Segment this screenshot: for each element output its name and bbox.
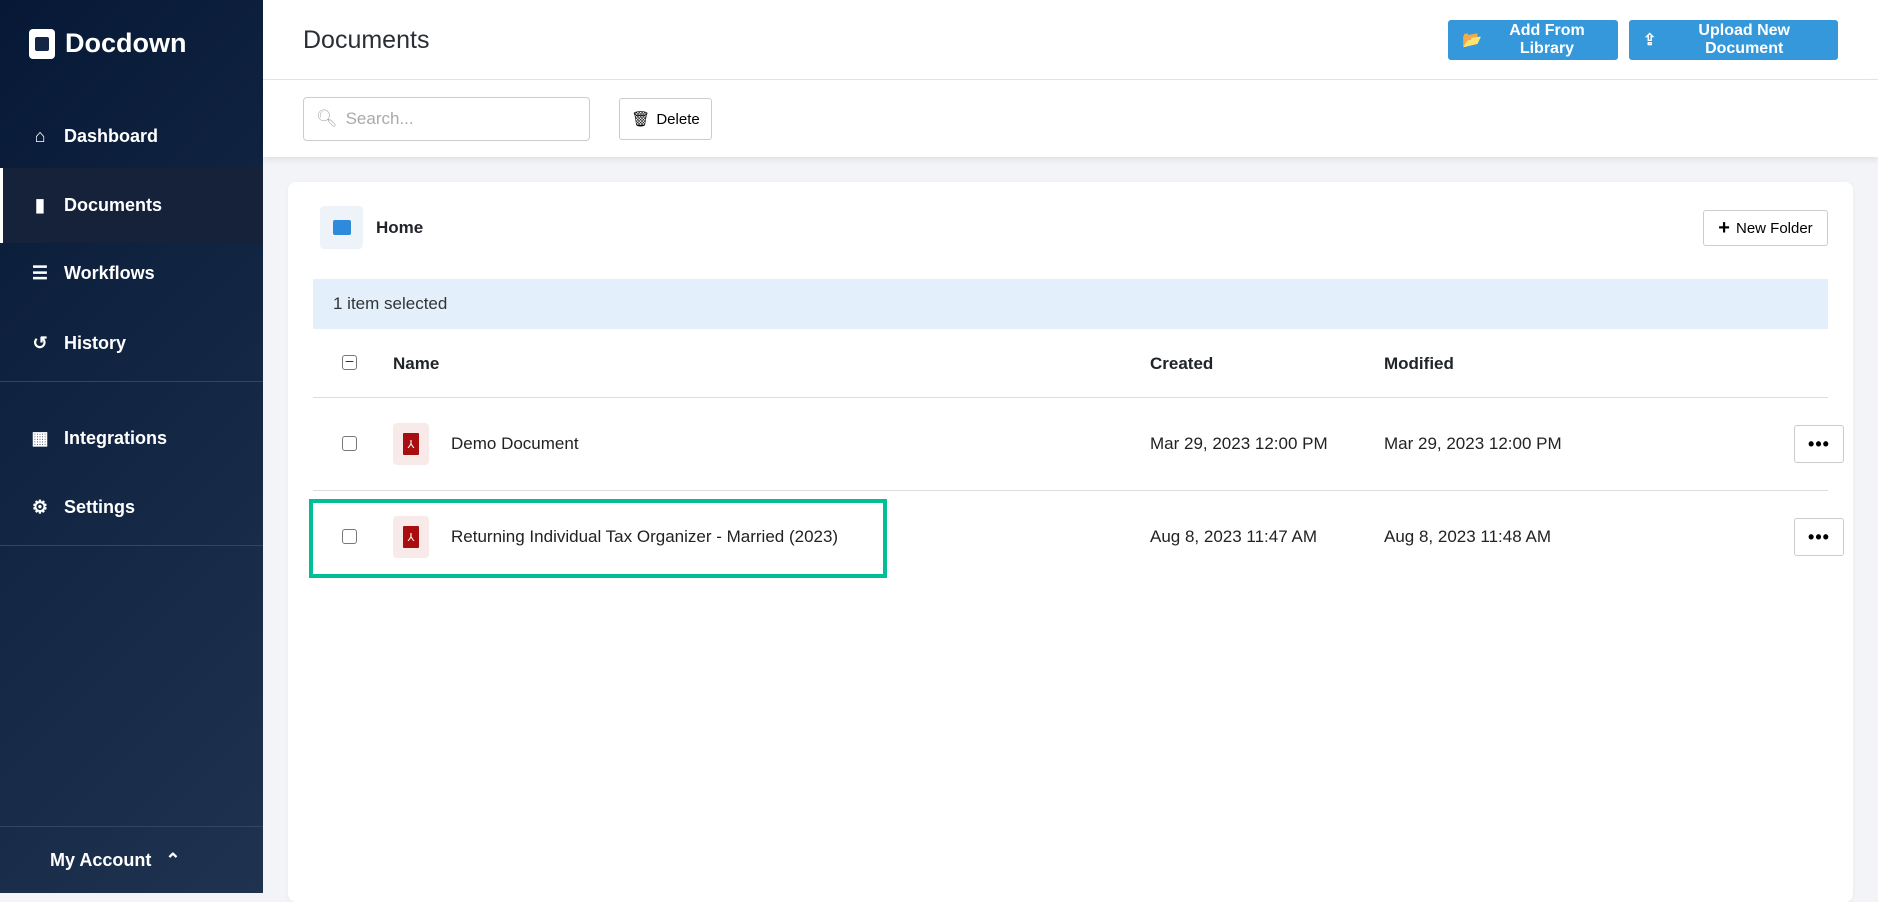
file-icon: ▮ [35,195,45,215]
breadcrumb-home[interactable]: Home [376,218,423,238]
page-header: Documents 📂 Add From Library ⇪ Upload New … [263,0,1878,80]
folder-open-icon: 📂 [1462,32,1482,49]
modified-date: Mar 29, 2023 12:00 PM [1384,434,1562,453]
logo[interactable]: Docdown [29,28,187,59]
sidebar-item-integrations[interactable]: ▦ Integrations [0,403,263,473]
sidebar-item-label: History [64,332,127,353]
more-options-button[interactable]: ••• [1794,518,1844,556]
sidebar-item-documents[interactable]: ▮ Documents [0,168,263,243]
row-checkbox[interactable] [342,436,357,451]
sidebar-divider [0,826,263,827]
modified-date: Aug 8, 2023 11:48 AM [1384,527,1551,546]
highlight-box [309,499,887,578]
upload-icon: ⇪ [1643,32,1657,49]
toolbar: 🔍︎ Search... 🗑 Delete [263,80,1878,157]
trash-icon: 🗑 [631,111,651,128]
plus-icon: + [1718,216,1730,239]
sidebar-item-label: Workflows [64,262,155,283]
home-icon: ⌂ [34,125,46,146]
sidebar-item-label: Dashboard [64,125,159,146]
created-date: Mar 29, 2023 12:00 PM [1150,434,1328,453]
folder-icon [320,206,363,249]
sidebar-item-label: Integrations [64,427,168,448]
sidebar-item-label: Documents [64,195,163,215]
button-label: Add From Library [1509,22,1585,57]
chevron-up-icon: ⌃ [165,850,181,870]
sidebar-item-workflows[interactable]: ☰ Workflows [0,238,263,308]
logo-icon [29,28,55,59]
sidebar-item-dashboard[interactable]: ⌂ Dashboard [0,101,263,171]
created-date: Aug 8, 2023 11:47 AM [1150,527,1317,546]
search-input[interactable]: 🔍︎ Search... [303,97,590,141]
my-account-button[interactable]: My Account ⌃ [50,850,180,871]
column-name[interactable]: Name [393,354,439,374]
table-row[interactable]: ⅄ Demo Document Mar 29, 2023 12:00 PM Ma… [313,398,1844,491]
sidebar: Docdown ⌂ Dashboard ▮ Documents ☰ Workflows… [0,0,263,893]
sidebar-item-label: Settings [64,496,136,517]
gear-icon: ⚙ [31,496,49,517]
page-title: Documents [303,26,430,54]
add-from-library-button[interactable]: 📂 Add From Library [1448,20,1618,60]
upload-new-document-button[interactable]: ⇪ Upload New Document [1629,20,1838,60]
sidebar-item-history[interactable]: ↺ History [0,308,263,378]
button-label: Upload New Document [1698,22,1790,57]
pdf-icon: ⅄ [393,423,429,465]
list-icon: ☰ [31,262,49,283]
button-label: Delete [656,110,700,128]
search-placeholder: Search... [345,109,414,128]
sidebar-divider [0,545,263,546]
new-folder-button[interactable]: + New Folder [1703,210,1828,246]
column-modified[interactable]: Modified [1384,354,1454,374]
account-label: My Account [50,850,152,870]
document-name[interactable]: Demo Document [451,434,579,454]
selection-status: 1 item selected [313,279,1828,329]
history-icon: ↺ [32,332,48,353]
search-icon: 🔍︎ [316,109,338,128]
sidebar-item-settings[interactable]: ⚙ Settings [0,472,263,542]
column-created[interactable]: Created [1150,354,1213,374]
button-label: New Folder [1735,219,1813,237]
app-name: Docdown [65,28,187,58]
table-header: – Name Created Modified [313,329,1828,398]
select-all-checkbox[interactable]: – [342,353,357,370]
sidebar-divider [0,381,263,382]
more-options-button[interactable]: ••• [1794,425,1844,463]
delete-button[interactable]: 🗑 Delete [619,98,712,140]
grid-icon: ▦ [31,427,49,448]
